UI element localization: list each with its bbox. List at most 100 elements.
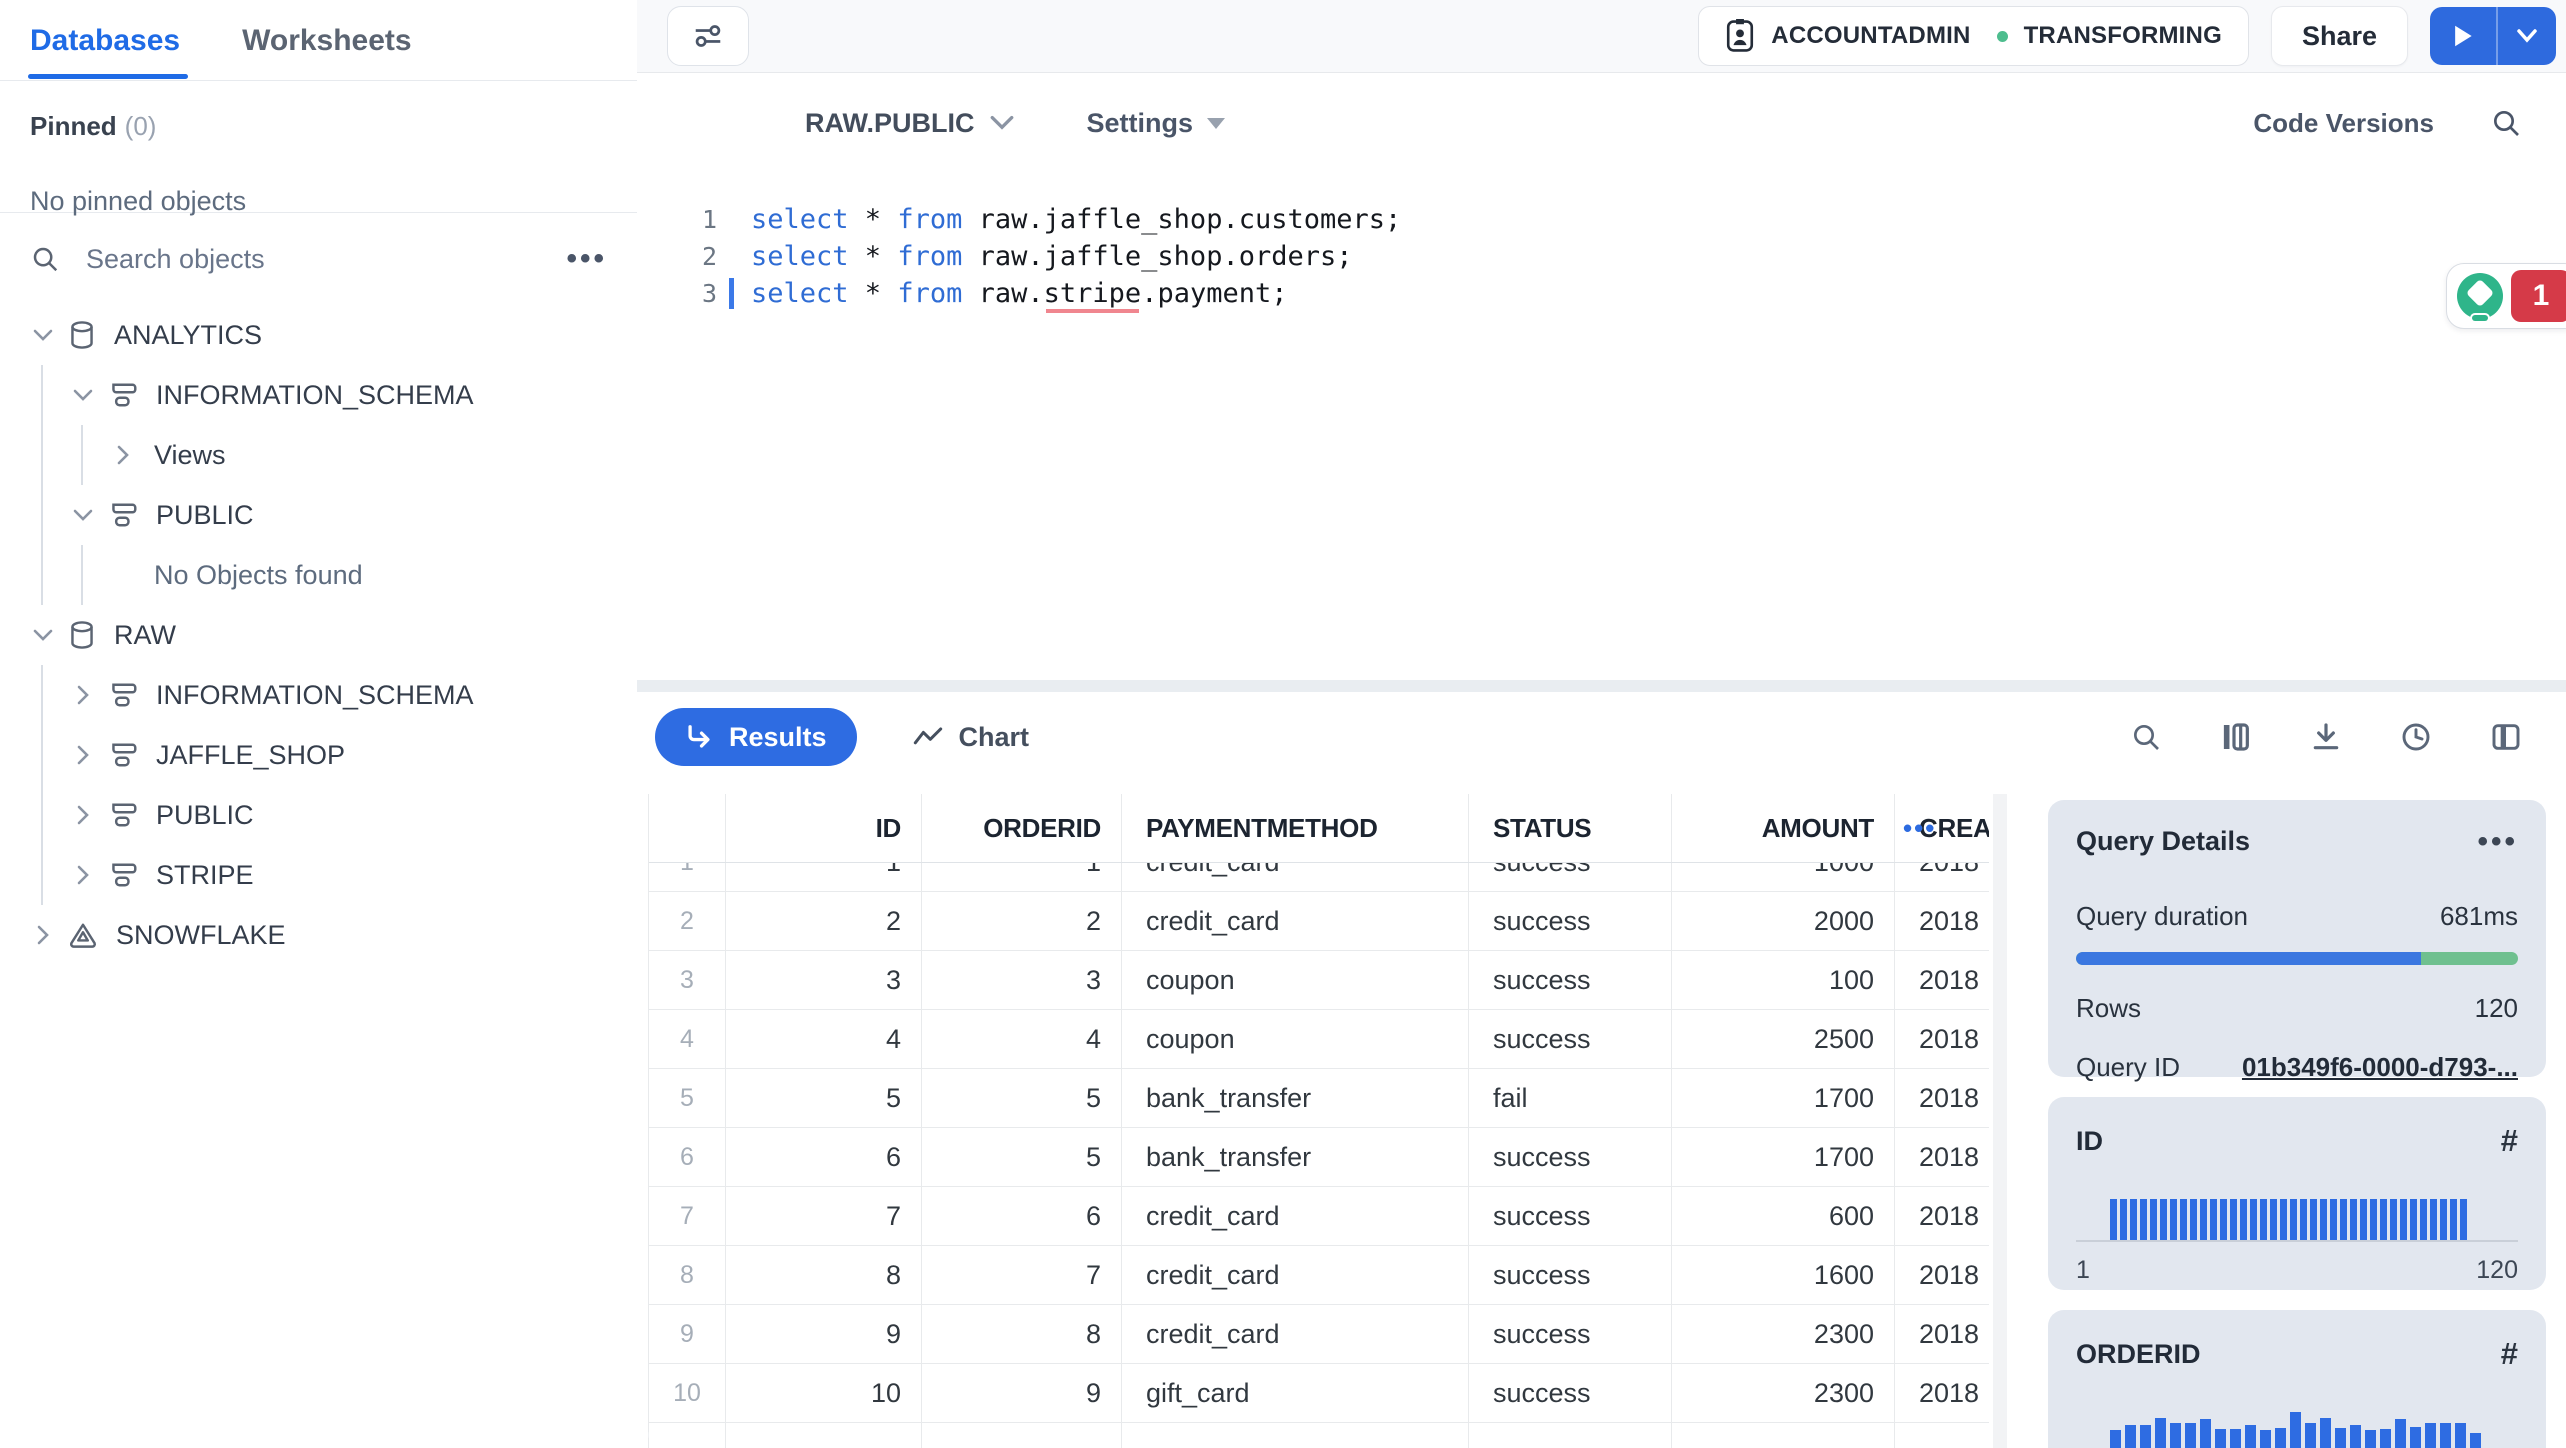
table-cell[interactable]: bank_transfer xyxy=(1122,1128,1469,1186)
table-cell[interactable]: success xyxy=(1469,1128,1672,1186)
run-options-button[interactable] xyxy=(2496,7,2556,65)
table-cell[interactable]: 5 xyxy=(726,1069,922,1127)
table-row[interactable]: 10 10 9 gift_card success 2300 2018 xyxy=(649,1364,1989,1423)
tab-chart[interactable]: Chart xyxy=(913,722,1029,753)
table-cell[interactable]: 2018 xyxy=(1895,1305,1989,1363)
table-row[interactable]: 9 9 8 credit_card success 2300 2018 xyxy=(649,1305,1989,1364)
table-cell[interactable]: 1600 xyxy=(1672,1246,1895,1304)
table-cell[interactable]: 2500 xyxy=(1672,1010,1895,1068)
column-header-orderid[interactable]: ORDERID xyxy=(922,794,1122,862)
table-cell[interactable]: 6 xyxy=(726,1128,922,1186)
table-cell[interactable]: 1700 xyxy=(1672,1069,1895,1127)
table-cell[interactable]: 2018 xyxy=(1895,1364,1989,1422)
worksheet-filters-button[interactable] xyxy=(667,6,749,66)
column-header-status[interactable]: STATUS xyxy=(1469,794,1672,862)
tree-item-public[interactable]: PUBLIC xyxy=(0,785,637,845)
code-line[interactable]: 1 select * from raw.jaffle_shop.customers… xyxy=(637,201,2566,238)
table-cell[interactable]: 8 xyxy=(922,1305,1122,1363)
table-cell[interactable]: 2018 xyxy=(1895,1010,1989,1068)
tree-item-snowflake[interactable]: SNOWFLAKE xyxy=(0,905,637,965)
table-cell[interactable]: 5 xyxy=(922,1069,1122,1127)
sidebar-more-button[interactable]: ••• xyxy=(566,244,607,274)
chevron-down-icon[interactable] xyxy=(70,388,96,402)
table-cell[interactable]: 1700 xyxy=(1672,1128,1895,1186)
code-line[interactable]: 2 select * from raw.jaffle_shop.orders; xyxy=(637,238,2566,275)
chevron-down-icon[interactable] xyxy=(70,508,96,522)
chevron-right-icon[interactable] xyxy=(70,864,96,886)
table-cell[interactable]: bank_transfer xyxy=(1122,1069,1469,1127)
table-cell[interactable]: coupon xyxy=(1122,1010,1469,1068)
table-cell[interactable]: success xyxy=(1469,951,1672,1009)
column-header-paymentmethod[interactable]: PAYMENTMETHOD xyxy=(1122,794,1469,862)
table-cell[interactable]: 4 xyxy=(649,1010,726,1068)
table-cell[interactable]: 5 xyxy=(922,1128,1122,1186)
table-cell[interactable]: 2018 xyxy=(1895,1069,1989,1127)
orderid-histogram[interactable] xyxy=(2076,1412,2518,1448)
editor-assist-pill[interactable]: 1 xyxy=(2446,263,2566,329)
table-cell[interactable]: 7 xyxy=(726,1187,922,1245)
table-row[interactable]: 3 3 3 coupon success 100 2018 xyxy=(649,951,1989,1010)
tree-item-views[interactable]: Views xyxy=(0,425,637,485)
table-cell[interactable]: 6 xyxy=(649,1128,726,1186)
chevron-right-icon[interactable] xyxy=(30,924,56,946)
table-cell[interactable]: 6 xyxy=(922,1187,1122,1245)
table-cell[interactable]: 7 xyxy=(922,1246,1122,1304)
chevron-right-icon[interactable] xyxy=(70,684,96,706)
table-cell[interactable]: 9 xyxy=(649,1305,726,1363)
table-cell[interactable]: 100 xyxy=(1672,951,1895,1009)
table-cell[interactable]: 10 xyxy=(726,1364,922,1422)
table-cell[interactable]: 9 xyxy=(922,1364,1122,1422)
table-cell[interactable]: 2 xyxy=(649,892,726,950)
table-cell[interactable]: 2018 xyxy=(1895,1128,1989,1186)
table-cell[interactable]: credit_card xyxy=(1122,1305,1469,1363)
chevron-down-icon[interactable] xyxy=(30,328,56,342)
search-icon[interactable] xyxy=(2130,721,2162,753)
table-cell[interactable]: credit_card xyxy=(1122,1187,1469,1245)
tree-item-information-schema[interactable]: INFORMATION_SCHEMA xyxy=(0,365,637,425)
table-cell[interactable]: success xyxy=(1469,1246,1672,1304)
table-cell[interactable]: 2 xyxy=(922,892,1122,950)
download-icon[interactable] xyxy=(2310,721,2342,753)
table-cell[interactable]: 4 xyxy=(726,1010,922,1068)
table-cell[interactable]: 9 xyxy=(726,1305,922,1363)
table-cell[interactable]: fail xyxy=(1469,1069,1672,1127)
query-details-menu-button[interactable]: ••• xyxy=(2477,826,2518,856)
table-cell[interactable]: 3 xyxy=(922,951,1122,1009)
tree-item-information-schema[interactable]: INFORMATION_SCHEMA xyxy=(0,665,637,725)
code-versions-button[interactable]: Code Versions xyxy=(2253,108,2434,139)
table-cell[interactable]: 600 xyxy=(1672,1187,1895,1245)
table-cell[interactable]: 2300 xyxy=(1672,1305,1895,1363)
query-id-link[interactable]: 01b349f6-0000-d793-... xyxy=(2242,1052,2518,1083)
column-header-id[interactable]: ID xyxy=(726,794,922,862)
tree-item-analytics[interactable]: ANALYTICS xyxy=(0,305,637,365)
table-cell[interactable]: 2000 xyxy=(1672,892,1895,950)
history-icon[interactable] xyxy=(2400,721,2432,753)
chevron-right-icon[interactable] xyxy=(110,444,136,466)
table-cell[interactable]: credit_card xyxy=(1122,1246,1469,1304)
table-vertical-scrollbar[interactable] xyxy=(1993,794,2007,1448)
table-cell[interactable]: success xyxy=(1469,1364,1672,1422)
table-cell[interactable]: 10 xyxy=(649,1364,726,1422)
chevron-right-icon[interactable] xyxy=(70,744,96,766)
editor-search-icon[interactable] xyxy=(2490,107,2522,139)
table-cell[interactable]: success xyxy=(1469,1305,1672,1363)
table-cell[interactable]: 2300 xyxy=(1672,1364,1895,1422)
code-line[interactable]: 3 select * from raw.stripe.payment; xyxy=(637,275,2566,312)
column-header-amount[interactable]: AMOUNT xyxy=(1672,794,1895,862)
split-view-icon[interactable] xyxy=(2490,721,2522,753)
table-cell[interactable]: 3 xyxy=(649,951,726,1009)
code-editor-area[interactable]: 1 select * from raw.jaffle_shop.customers… xyxy=(637,201,2566,312)
columns-icon[interactable] xyxy=(2220,721,2252,753)
id-histogram[interactable]: 1 120 xyxy=(2076,1199,2518,1285)
table-cell[interactable]: 7 xyxy=(649,1187,726,1245)
database-context-selector[interactable]: RAW.PUBLIC xyxy=(805,108,1015,139)
search-input[interactable]: Search objects xyxy=(86,244,566,275)
table-cell[interactable]: 2018 xyxy=(1895,951,1989,1009)
chevron-down-icon[interactable] xyxy=(30,628,56,642)
tab-results[interactable]: Results xyxy=(655,708,857,766)
table-cell[interactable]: coupon xyxy=(1122,951,1469,1009)
table-cell[interactable]: 4 xyxy=(922,1010,1122,1068)
table-row[interactable]: 6 6 5 bank_transfer success 1700 2018 xyxy=(649,1128,1989,1187)
context-role-warehouse-button[interactable]: ACCOUNTADMIN TRANSFORMING xyxy=(1698,6,2249,66)
tab-worksheets[interactable]: Worksheets xyxy=(242,24,412,78)
